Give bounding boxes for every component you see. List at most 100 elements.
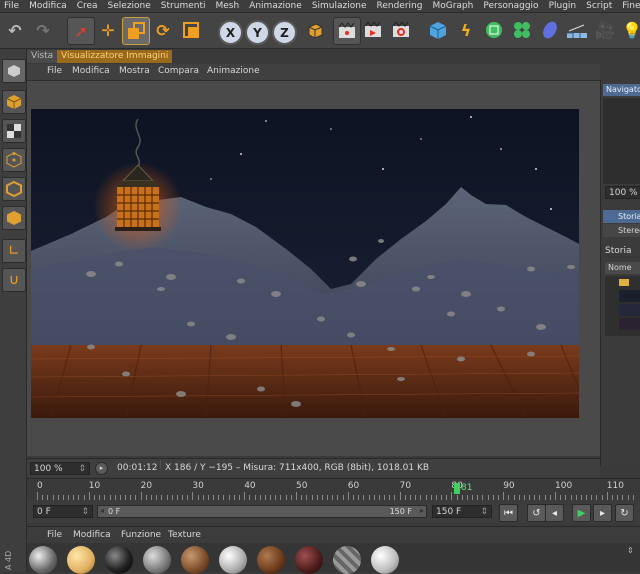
model-mode-icon[interactable] xyxy=(2,90,26,114)
timeline-ruler[interactable]: 0102030405060708090100110 81 xyxy=(27,478,640,501)
x-axis-lock-icon[interactable]: X xyxy=(218,20,243,45)
material-swatch[interactable] xyxy=(29,546,57,574)
previous-key-icon[interactable]: ↺ xyxy=(527,504,546,522)
z-axis-lock-icon[interactable]: Z xyxy=(272,20,297,45)
thumbnail[interactable] xyxy=(619,304,640,316)
thumbnail[interactable] xyxy=(619,290,640,302)
material-swatch[interactable] xyxy=(143,546,171,574)
timeline-tick-mark xyxy=(301,495,303,500)
menu-finestre[interactable]: Finestre xyxy=(622,1,640,11)
undo-icon[interactable]: ↶ xyxy=(2,17,28,43)
material-menu-file[interactable]: File xyxy=(47,530,62,540)
timeline-tick-mark xyxy=(451,492,453,500)
timeline-tick-mark xyxy=(93,495,95,500)
menu-personaggio[interactable]: Personaggio xyxy=(483,1,538,11)
rotate-icon[interactable]: ⟳ xyxy=(150,17,176,43)
play-forward-icon[interactable]: ▶ xyxy=(572,504,591,522)
render-view-icon[interactable] xyxy=(333,17,361,45)
material-swatch[interactable] xyxy=(67,546,95,574)
scale-icon[interactable] xyxy=(122,17,150,45)
timeline-tick-mark xyxy=(259,495,261,500)
snap-magnet-icon[interactable]: ∪ xyxy=(2,268,26,292)
menu-rendering[interactable]: Rendering xyxy=(377,1,423,11)
redo-icon[interactable]: ↷ xyxy=(30,17,56,43)
tab-stereo[interactable]: Stereo xyxy=(603,224,640,237)
start-frame-field[interactable]: 0 F ⇕ xyxy=(33,505,93,518)
light-icon[interactable]: 💡 xyxy=(619,17,640,43)
end-frame-field[interactable]: 150 F ⇕ xyxy=(432,505,492,518)
previous-frame-icon[interactable]: ◂ xyxy=(545,504,564,522)
frame-range-slider[interactable]: ◂ 0 F 150 F ▸ xyxy=(97,505,427,518)
navigator-header[interactable]: Navigato xyxy=(603,84,640,96)
deformer-icon[interactable] xyxy=(537,17,563,43)
timeline-tick-mark xyxy=(337,495,339,500)
material-swatch[interactable] xyxy=(257,546,285,574)
slider-right-arrow-icon[interactable]: ▸ xyxy=(420,506,424,515)
thumbnail[interactable] xyxy=(619,318,640,330)
spline-pen-icon[interactable]: ϟ xyxy=(453,17,479,43)
viewer-menu-compara[interactable]: Compara xyxy=(158,66,199,76)
navigator-preview[interactable] xyxy=(603,98,640,184)
coordinate-system-icon[interactable] xyxy=(302,17,328,43)
menu-mesh[interactable]: Mesh xyxy=(215,1,239,11)
last-tool-icon[interactable] xyxy=(178,17,204,43)
play-small-icon[interactable]: ▸ xyxy=(95,462,108,475)
menu-simulazione[interactable]: Simulazione xyxy=(312,1,367,11)
material-swatch[interactable] xyxy=(105,546,133,574)
menu-modifica[interactable]: Modifica xyxy=(29,1,67,11)
menu-crea[interactable]: Crea xyxy=(77,1,98,11)
material-menu-modifica[interactable]: Modifica xyxy=(73,530,111,540)
material-swatch[interactable] xyxy=(371,546,399,574)
menu-plugin[interactable]: Plugin xyxy=(549,1,577,11)
next-frame-icon[interactable]: ▸ xyxy=(593,504,612,522)
edges-mode-icon[interactable] xyxy=(2,177,26,201)
render-picture-viewer-icon[interactable] xyxy=(360,17,386,43)
tab-visualizzatore-immagini[interactable]: Visualizzatore Immagini xyxy=(57,50,173,63)
live-selection-icon[interactable]: ➚ xyxy=(67,17,95,45)
menu-strumenti[interactable]: Strumenti xyxy=(161,1,206,11)
menu-animazione[interactable]: Animazione xyxy=(249,1,302,11)
viewer-menu-animazione[interactable]: Animazione xyxy=(207,66,260,76)
floor-scene-icon[interactable] xyxy=(564,17,590,43)
subdivision-surface-icon[interactable] xyxy=(481,17,507,43)
material-swatch[interactable] xyxy=(181,546,209,574)
tab-storia[interactable]: Storia xyxy=(603,210,640,223)
next-key-icon[interactable]: ↻ xyxy=(615,504,634,522)
menu-selezione[interactable]: Selezione xyxy=(108,1,151,11)
timeline-tick-mark xyxy=(73,495,75,500)
make-editable-icon[interactable] xyxy=(2,59,26,83)
axis-mode-icon[interactable]: ∟ xyxy=(2,239,26,263)
y-axis-lock-icon[interactable]: Y xyxy=(245,20,270,45)
material-swatch[interactable] xyxy=(295,546,323,574)
go-to-start-icon[interactable]: ⏮ xyxy=(499,504,518,522)
menu-mograph[interactable]: MoGraph xyxy=(432,1,473,11)
timeline-tick-mark xyxy=(135,495,137,500)
camera-icon[interactable]: 🎥 xyxy=(592,17,618,43)
zoom-dropdown[interactable]: 100 % ⇕ xyxy=(30,462,90,475)
viewer-menu-file[interactable]: File xyxy=(47,66,62,76)
timeline-tick-mark xyxy=(498,495,500,500)
slider-left-arrow-icon[interactable]: ◂ xyxy=(100,506,104,515)
viewer-menu-mostra[interactable]: Mostra xyxy=(119,66,150,76)
material-menu-texture[interactable]: Texture xyxy=(168,530,201,540)
menu-script[interactable]: Script xyxy=(586,1,612,11)
material-scroll-indicator[interactable]: ⇕ xyxy=(627,546,634,555)
tab-vista[interactable]: Vista xyxy=(27,50,58,63)
material-swatch[interactable] xyxy=(219,546,247,574)
points-mode-icon[interactable] xyxy=(2,148,26,172)
move-icon[interactable]: ✛ xyxy=(95,17,121,43)
polygons-mode-icon[interactable] xyxy=(2,206,26,230)
texture-mode-icon[interactable] xyxy=(2,119,26,143)
material-swatch[interactable] xyxy=(333,546,361,574)
cube-primitive-icon[interactable] xyxy=(425,17,451,43)
navigator-zoom[interactable]: 100 % xyxy=(605,186,640,199)
render-settings-icon[interactable] xyxy=(388,17,414,43)
column-header-nome[interactable]: Nome xyxy=(605,262,640,274)
menu-file[interactable]: File xyxy=(4,1,19,11)
cloner-icon[interactable] xyxy=(509,17,535,43)
viewer-menu-modifica[interactable]: Modifica xyxy=(72,66,110,76)
timeline-tick-mark xyxy=(570,495,572,500)
material-menu-funzione[interactable]: Funzione xyxy=(121,530,161,540)
playhead[interactable] xyxy=(454,483,460,494)
storia-list[interactable] xyxy=(605,276,640,336)
